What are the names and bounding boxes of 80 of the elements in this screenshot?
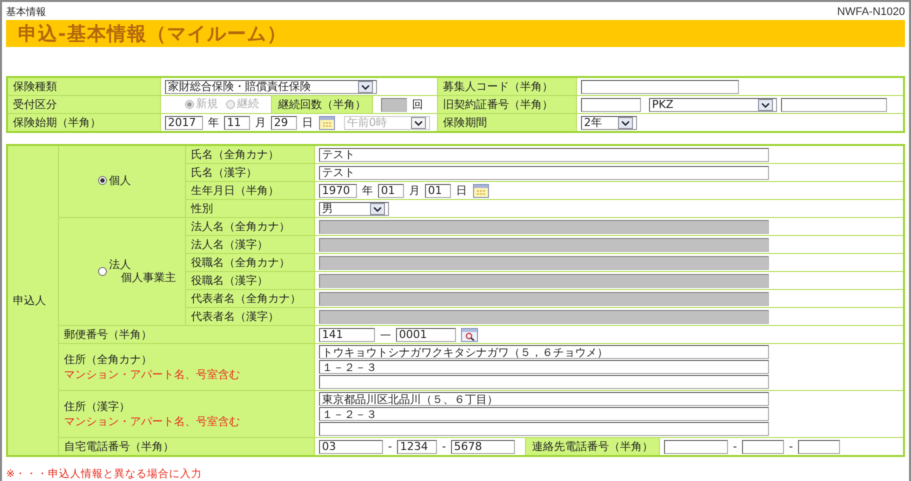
field-label: 連絡先電話番号（半角） (524, 438, 660, 455)
text-field[interactable]: １－２－３ (319, 407, 769, 421)
field-label: 住所（漢字） (64, 399, 131, 414)
unit-label: 回 (411, 97, 424, 112)
field-label: 継続回数（半角） (271, 96, 373, 113)
text-field[interactable]: 5678 (450, 440, 515, 454)
text-field[interactable] (319, 375, 769, 389)
dropdown[interactable]: 家財総合保険・賠償責任保険 (165, 80, 377, 94)
field-label: 法人名（漢字） (186, 236, 314, 254)
radio-option[interactable]: 法人 個人事業主 (82, 259, 180, 284)
text-field[interactable]: 141 (319, 328, 375, 342)
text-field[interactable]: 0001 (396, 328, 456, 342)
unit-label: 日 (455, 183, 468, 198)
screen-id: NWFA-N1020 (837, 6, 905, 18)
text-field[interactable]: １－２－３ (319, 360, 769, 374)
caret-icon (411, 116, 426, 128)
field-label: 申込人 (7, 145, 58, 456)
caret-icon (358, 80, 373, 92)
unit-label: 年 (361, 183, 374, 198)
field-label: 受付区分 (7, 96, 160, 114)
dropdown[interactable]: 男 (319, 202, 389, 216)
form-note: ※・・・申込人情報と異なる場合に入力 (6, 467, 203, 479)
text-field[interactable]: テスト (319, 148, 769, 162)
unit-label: - (732, 440, 738, 453)
field-note: マンション・アパート名、号室含む (64, 367, 241, 382)
text-field[interactable] (319, 422, 769, 436)
field-label: 旧契約証番号（半角） (438, 96, 576, 114)
unit-label: 日 (301, 115, 314, 130)
text-field[interactable] (581, 98, 641, 112)
field-label: 郵便番号（半角） (58, 326, 314, 344)
unit-label: - (387, 440, 393, 453)
dropdown[interactable]: PKZ (649, 98, 777, 112)
field-label: 氏名（漢字） (186, 164, 314, 182)
field-label: 氏名（全角カナ） (186, 145, 314, 164)
field-label: 役職名（漢字） (186, 272, 314, 290)
field-label: 代表者名（漢字） (186, 308, 314, 326)
field-label: 法人名（全角カナ） (186, 218, 314, 236)
text-field[interactable]: 29 (271, 116, 297, 130)
text-field[interactable]: テスト (319, 166, 769, 180)
search-icon[interactable] (461, 328, 478, 342)
unit-label: 年 (207, 115, 220, 130)
field-label: 代表者名（全角カナ） (186, 290, 314, 308)
text-field[interactable]: 01 (378, 184, 404, 198)
text-field[interactable] (798, 440, 840, 454)
field-label: 保険種類 (7, 77, 160, 96)
text-field[interactable] (664, 440, 728, 454)
calendar-icon[interactable] (319, 116, 335, 130)
caret-icon (758, 98, 773, 110)
field-label: 募集人コード（半角） (438, 77, 576, 96)
field-label: 保険始期（半角） (7, 114, 160, 132)
radio-option[interactable]: 個人 (82, 174, 135, 187)
text-field[interactable]: 2017 (165, 116, 203, 130)
text-field[interactable] (742, 440, 784, 454)
text-field[interactable]: 11 (224, 116, 250, 130)
unit-label: - (788, 440, 794, 453)
unit-label: — (379, 328, 392, 341)
text-field[interactable]: 01 (425, 184, 451, 198)
field-label: 性別 (186, 200, 314, 218)
field-label: 役職名（全角カナ） (186, 254, 314, 272)
field-label: 自宅電話番号（半角） (58, 438, 314, 456)
dropdown[interactable]: 2年 (581, 116, 637, 130)
unit-label: - (440, 440, 447, 453)
caret-icon (370, 202, 385, 214)
text-field[interactable] (581, 80, 739, 94)
page-title: 申込-基本情報（マイルーム） (18, 22, 287, 46)
text-field[interactable]: 1234 (396, 440, 437, 454)
text-field[interactable]: 1970 (319, 184, 357, 198)
field-label: 保険期間 (438, 114, 576, 132)
unit-label: 月 (408, 183, 421, 198)
unit-label: 月 (254, 115, 267, 130)
text-field[interactable]: トウキョウトシナガワクキタシナガワ（５，６チョウメ） (319, 345, 769, 359)
field-label: 住所（全角カナ） (64, 352, 153, 367)
field-note: マンション・アパート名、号室含む (64, 414, 241, 429)
field-label: 生年月日（半角） (186, 182, 314, 200)
text-field[interactable]: 東京都品川区北品川（５、６丁目） (319, 392, 769, 406)
calendar-icon[interactable] (473, 184, 489, 198)
text-field[interactable]: 03 (319, 440, 383, 454)
caret-icon (618, 116, 633, 128)
breadcrumb: 基本情報 (6, 6, 46, 18)
text-field[interactable] (781, 98, 887, 112)
